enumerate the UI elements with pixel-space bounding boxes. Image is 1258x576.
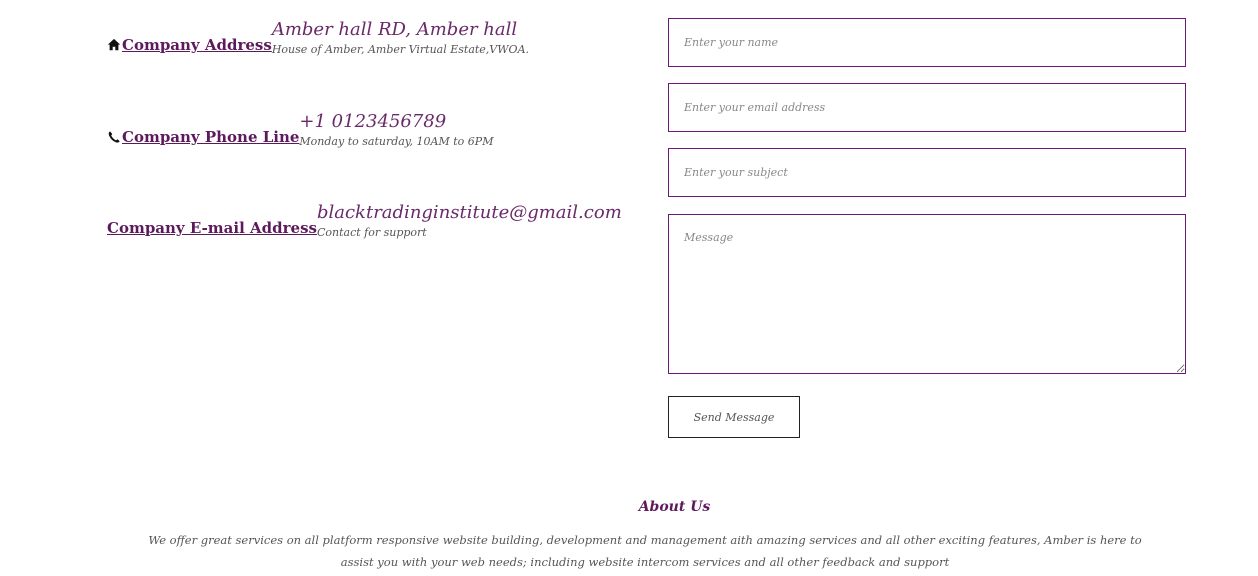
company-email-label: Company E-mail Address — [107, 219, 317, 237]
name-input[interactable] — [668, 18, 1186, 67]
home-icon — [107, 38, 121, 51]
subject-input[interactable] — [668, 148, 1186, 197]
phone-detail: +1 0123456789 Monday to saturday, 10AM t… — [299, 112, 493, 150]
company-phone-link[interactable]: Company Phone Line — [107, 128, 299, 146]
address-block: Company Address Amber hall RD, Amber hal… — [107, 20, 529, 58]
email-value: blacktradinginstitute@gmail.com — [316, 202, 622, 223]
company-address-link[interactable]: Company Address — [107, 36, 272, 54]
phone-icon — [108, 131, 120, 143]
email-sub: Contact for support — [316, 226, 427, 239]
about-text: We offer great services on all platform … — [148, 533, 1142, 569]
address-detail: Amber hall RD, Amber hall House of Amber… — [272, 20, 529, 58]
message-textarea[interactable] — [668, 214, 1186, 374]
address-sub: House of Amber, Amber Virtual Estate,VWO… — [271, 43, 530, 56]
email-input[interactable] — [668, 83, 1186, 132]
phone-value: +1 0123456789 — [299, 111, 447, 132]
phone-block: Company Phone Line +1 0123456789 Monday … — [107, 112, 493, 150]
phone-sub: Monday to saturday, 10AM to 6PM — [299, 135, 494, 148]
email-detail: blacktradinginstitute@gmail.com Contact … — [317, 203, 622, 241]
email-block: Company E-mail Address blacktradinginsti… — [107, 203, 622, 241]
about-title: About Us — [638, 499, 711, 515]
company-email-link[interactable]: Company E-mail Address — [107, 219, 317, 237]
send-message-button[interactable]: Send Message — [668, 396, 800, 438]
address-value: Amber hall RD, Amber hall — [271, 19, 518, 40]
company-address-label: Company Address — [122, 36, 272, 54]
company-phone-label: Company Phone Line — [122, 128, 300, 146]
